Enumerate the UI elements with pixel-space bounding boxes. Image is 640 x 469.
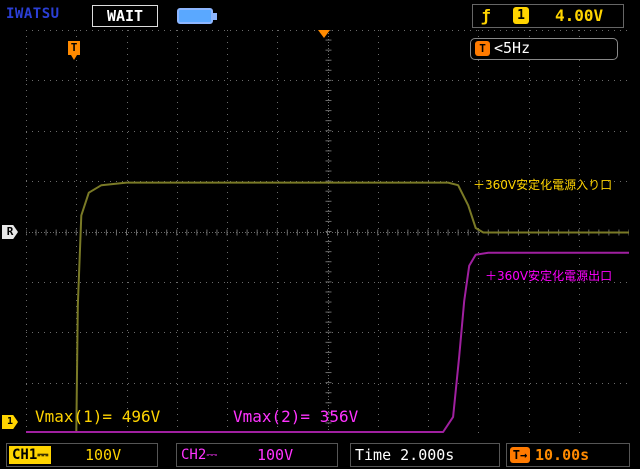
bottom-status-bar: CH1⎓ 100V CH2⎓ 100V Time 2.000s T→ 10.00… [0,437,640,469]
battery-icon [177,8,217,24]
trigger-frequency-box: T <5Hz [470,38,618,60]
trigger-delay-settings[interactable]: T→ 10.00s [506,443,630,467]
trigger-delay-value: 10.00s [535,446,590,464]
ch2-settings[interactable]: CH2⎓ 100V [176,443,338,467]
ch1-ground-marker[interactable]: 1 [2,415,18,429]
waveform-display[interactable] [25,29,630,434]
run-state-indicator[interactable]: WAIT [92,5,158,27]
trigger-delay-icon: T→ [510,447,530,463]
dc-coupling-icon: ⎓ [206,447,218,463]
timebase-settings[interactable]: Time 2.000s [350,443,500,467]
reference-marker[interactable]: R [2,225,18,239]
ch2-scale: 100V [257,446,294,464]
top-status-bar: IWATSU WAIT ƒ 1 4.00V [0,0,640,30]
ch1-label: CH1⎓ [9,446,52,464]
trigger-frequency: <5Hz [494,39,531,57]
rising-edge-icon: ƒ [481,6,491,25]
waveform-plot [25,29,630,434]
trigger-position-marker[interactable]: T [68,41,80,60]
trigger-level: 4.00V [555,6,604,25]
timebase-value: Time 2.000s [355,446,455,464]
ch1-settings[interactable]: CH1⎓ 100V [6,443,158,467]
dc-coupling-icon: ⎓ [37,447,49,463]
ch2-label: CH2⎓ [181,447,218,463]
ch1-annotation: ＋360V安定化電源入り口 [473,178,613,192]
ch1-scale: 100V [85,446,122,464]
ch2-annotation: ＋360V安定化電源出口 [485,269,613,283]
horizontal-position-marker[interactable] [318,30,330,38]
brand-logo: IWATSU [6,6,60,22]
ch2-vmax-measurement: Vmax(2)= 356V [233,407,359,426]
ch1-vmax-measurement: Vmax(1)= 496V [35,407,161,426]
trigger-t-icon: T [475,41,490,56]
trigger-source-badge: 1 [513,7,529,24]
trigger-settings[interactable]: ƒ 1 4.00V [472,4,624,28]
ch1-trace [26,181,629,433]
